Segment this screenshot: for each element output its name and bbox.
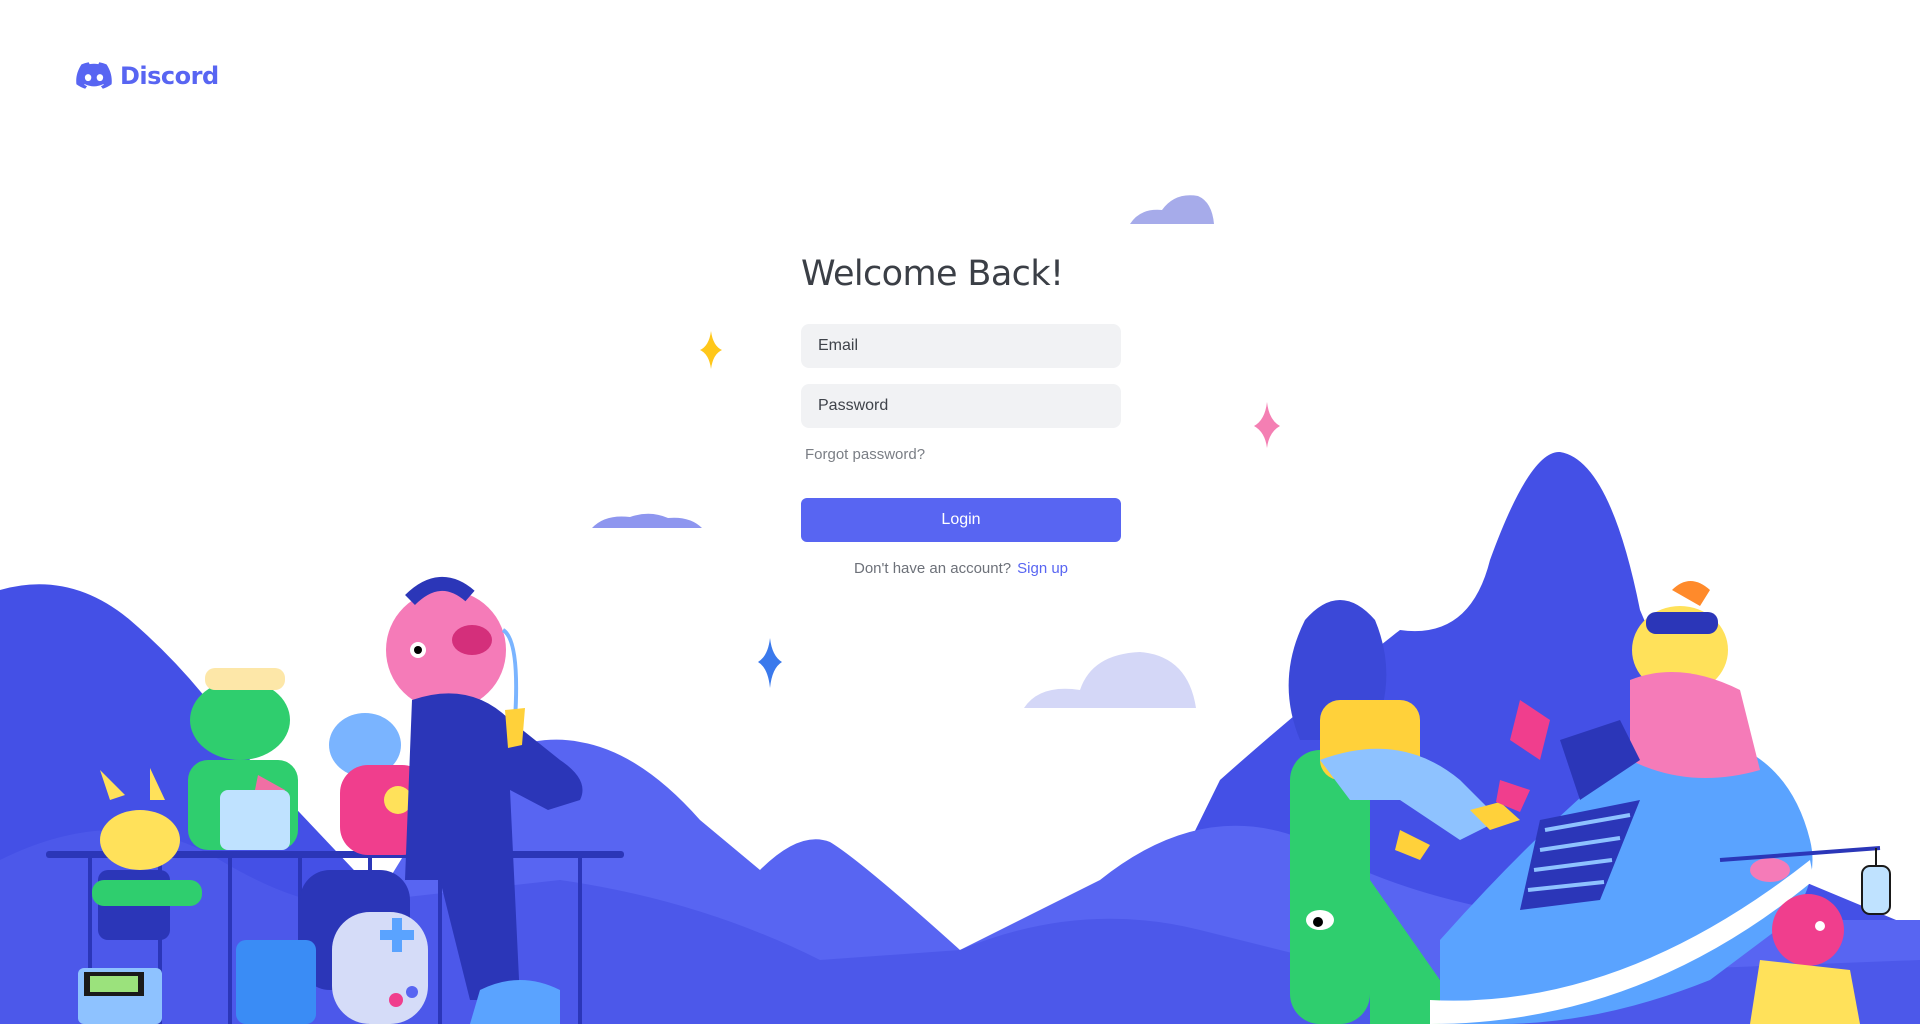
page-title: Welcome Back!: [801, 254, 1064, 294]
pink-sparkle-icon: [1254, 402, 1280, 448]
cloud-icon: [592, 513, 702, 528]
signup-prompt: Don't have an account? Sign up: [801, 560, 1121, 577]
login-button[interactable]: Login: [801, 498, 1121, 542]
password-field[interactable]: [801, 384, 1121, 428]
forgot-password-link[interactable]: Forgot password?: [805, 446, 925, 463]
brand-name: Discord: [120, 62, 219, 90]
discord-clyde-icon: [76, 62, 112, 90]
no-account-text: Don't have an account?: [853, 560, 1012, 577]
discord-logo[interactable]: Discord: [76, 62, 219, 90]
email-field[interactable]: [801, 324, 1121, 368]
login-form: Welcome Back! Forgot password? Login Don…: [801, 250, 1121, 577]
signup-link[interactable]: Sign up: [1017, 560, 1068, 577]
yellow-sparkle-icon: [700, 331, 722, 369]
cloud-icon: [1130, 195, 1214, 224]
blue-sparkle-icon: [758, 638, 782, 688]
login-page: Discord Welcome Back! Forgot password? L…: [0, 0, 1920, 1024]
cloud-icon: [1024, 652, 1196, 708]
